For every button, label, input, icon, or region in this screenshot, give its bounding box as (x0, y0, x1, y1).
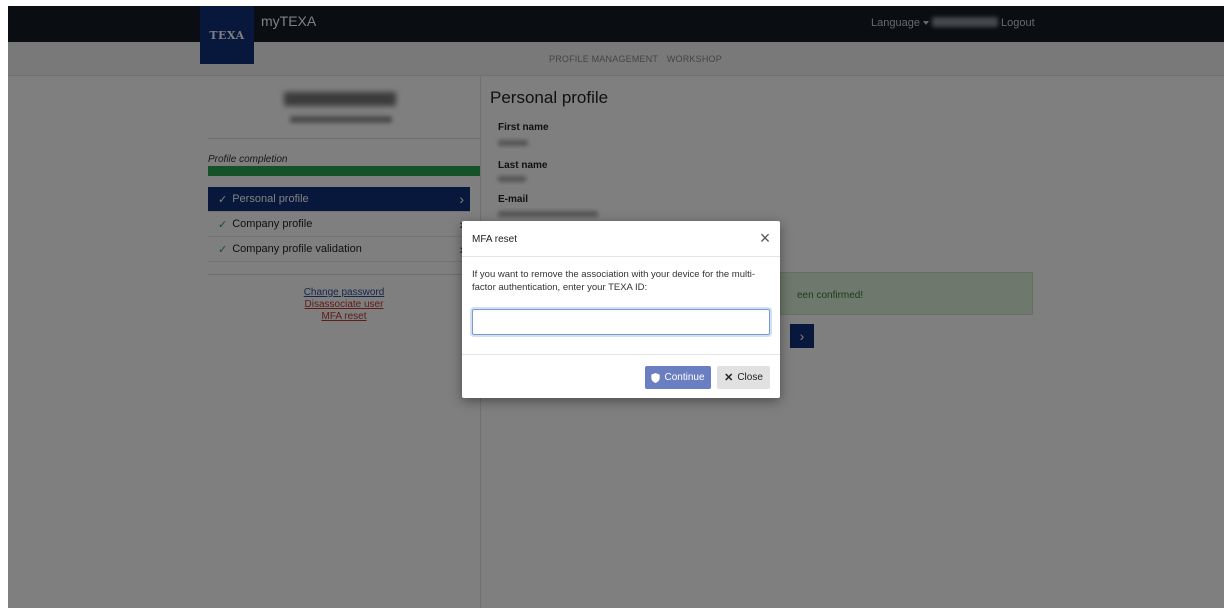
page: myTEXA Language Logout PROFILE MANAGEMEN… (8, 6, 1224, 608)
shield-icon (651, 372, 661, 383)
close-icon[interactable]: × (756, 229, 774, 247)
continue-button[interactable]: Continue (645, 366, 711, 389)
continue-label: Continue (664, 372, 705, 383)
close-label: Close (737, 372, 763, 383)
close-button[interactable]: ✕ Close (717, 366, 770, 389)
dialog-title: MFA reset (472, 234, 518, 245)
close-icon: ✕ (724, 372, 734, 384)
mfa-reset-dialog: MFA reset × If you want to remove the as… (462, 221, 780, 398)
dialog-header: MFA reset × (462, 221, 780, 257)
dialog-message: If you want to remove the association wi… (472, 269, 756, 293)
texa-id-input[interactable] (472, 309, 770, 335)
dialog-footer-divider (462, 354, 780, 355)
